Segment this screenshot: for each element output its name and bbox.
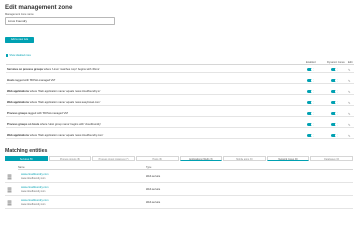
rule-dynamic-toggle[interactable] (331, 90, 338, 93)
entity-row: www.cloudfoundry.com www.cloudfoundry.com… (5, 184, 353, 196)
entities-table-header: Name Type (18, 165, 353, 170)
rule-enabled-toggle[interactable] (307, 123, 314, 126)
rules-table-header: Enabled Dynamic zones Edit (6, 60, 354, 65)
rule-row: Process groups on hosts where 'Host grou… (6, 121, 354, 128)
page-title: Edit management zone (5, 4, 73, 11)
add-rule-button[interactable]: Add a new rule (5, 37, 34, 43)
show-disabled-filter[interactable]: Show disabled rules (6, 54, 31, 57)
pencil-icon[interactable]: ✎ (348, 112, 351, 116)
entity-tab[interactable]: Databases (0) (310, 156, 353, 161)
entity-type: Web service (146, 188, 161, 191)
pencil-icon[interactable]: ✎ (348, 134, 351, 138)
filter-label: Show disabled rules (9, 54, 31, 57)
rule-condition-text: where 'Host group name' begins with 'clo… (39, 123, 102, 126)
pencil-icon[interactable]: ✎ (348, 68, 351, 72)
entity-tab[interactable]: Applications (Web) (3) (179, 156, 223, 161)
rule-dynamic-toggle[interactable] (331, 112, 338, 115)
rule-condition-text: where 'Linux' matches 'expr' begins with… (43, 68, 100, 71)
rule-row: Process groups tagged with 'BOSH-managed… (6, 110, 354, 117)
rule-condition: Process groups on hosts where 'Host grou… (7, 123, 101, 126)
entity-type: Web service (146, 201, 161, 204)
rule-row: Hosts tagged with 'BOSH-managed VM' ✎ (6, 77, 354, 84)
dynamic-header: Dynamic zones (327, 61, 345, 64)
name-header: Name (18, 166, 25, 169)
rule-entity-type: Services on process groups (7, 68, 43, 71)
rule-enabled-toggle[interactable] (307, 68, 314, 71)
rule-entity-type: Web applications (7, 134, 30, 137)
rule-enabled-toggle[interactable] (307, 79, 314, 82)
name-field-label: Management zone name (5, 13, 34, 16)
matching-entities-title: Matching entities (5, 148, 48, 154)
rule-condition: Web applications where 'Web application … (7, 134, 103, 137)
rule-condition: Web applications where 'Web application … (7, 90, 100, 93)
entity-tab[interactable]: Process groups (8) (48, 156, 92, 161)
rule-enabled-toggle[interactable] (307, 112, 314, 115)
entity-row: www.cloudfoundry.com www.cloudfoundry.com… (5, 171, 353, 183)
entity-detail: www.cloudfoundry.com (21, 190, 46, 193)
entity-detail: www.cloudfoundry.com (21, 203, 46, 206)
rule-condition-text: where 'Web application name' equals 'www… (29, 134, 104, 137)
rule-row: Web applications where 'Web application … (6, 132, 354, 139)
pencil-icon[interactable]: ✎ (348, 90, 351, 94)
service-icon (7, 187, 12, 193)
rule-row: Web applications where 'Web application … (6, 88, 354, 95)
enabled-header: Enabled (306, 61, 316, 64)
rule-condition-text: tagged with 'BOSH-managed VM' (14, 79, 56, 82)
service-icon (7, 174, 12, 180)
rule-entity-type: Web applications (7, 101, 30, 104)
entity-detail: www.cloudfoundry.com (21, 177, 46, 180)
rule-condition: Hosts tagged with 'BOSH-managed VM' (7, 79, 55, 82)
rule-condition-text: tagged with 'BOSH-managed VM' (27, 112, 69, 115)
rule-enabled-toggle[interactable] (307, 134, 314, 137)
entity-tabs: Services (5) Process groups (8) Process gr… (5, 156, 353, 161)
zone-name-input[interactable]: Linux Foundry (5, 17, 115, 25)
rule-condition: Web applications where 'Web application … (7, 101, 100, 104)
entity-tab[interactable]: Network zones (0) (266, 156, 310, 161)
entity-tab[interactable]: Process group instances (7) (92, 156, 135, 161)
entity-name-link[interactable]: www.cloudfoundry.com (21, 199, 48, 202)
rule-dynamic-toggle[interactable] (331, 79, 338, 82)
rule-entity-type: Process groups (7, 112, 28, 115)
entity-name-link[interactable]: www.cloudfoundry.com (21, 186, 48, 189)
rule-dynamic-toggle[interactable] (331, 68, 338, 71)
entity-tab[interactable]: Mobile apps (0) (223, 156, 266, 161)
pencil-icon[interactable]: ✎ (348, 101, 351, 105)
rule-condition-text: where 'Web application name' equals 'www… (29, 101, 101, 104)
edit-header: Edit (348, 61, 353, 64)
entity-tab[interactable]: Services (5) (5, 156, 48, 161)
service-icon (7, 200, 12, 206)
rule-row: Web applications where 'Web application … (6, 99, 354, 106)
rule-enabled-toggle[interactable] (307, 101, 314, 104)
pencil-icon[interactable]: ✎ (348, 79, 351, 83)
rule-condition: Process groups tagged with 'BOSH-managed… (7, 112, 68, 115)
rule-condition: Services on process groups where 'Linux'… (7, 68, 100, 71)
entity-type: Web service (146, 175, 161, 178)
rule-dynamic-toggle[interactable] (331, 101, 338, 104)
rule-enabled-toggle[interactable] (307, 90, 314, 93)
rule-entity-type: Process groups on hosts (7, 123, 40, 126)
entity-tab[interactable]: Hosts (6) (135, 156, 179, 161)
rule-dynamic-toggle[interactable] (331, 134, 338, 137)
entity-name-link[interactable]: www.cloudfoundry.com (21, 173, 48, 176)
rule-row: Services on process groups where 'Linux'… (6, 66, 354, 73)
rule-dynamic-toggle[interactable] (331, 123, 338, 126)
pencil-icon[interactable]: ✎ (348, 123, 351, 127)
entity-row: www.cloudfoundry.com www.cloudfoundry.com… (5, 197, 353, 209)
rule-condition-text: where 'Web application name' equals 'www… (29, 90, 101, 93)
rule-entity-type: Web applications (7, 90, 30, 93)
type-header: Type (146, 166, 152, 169)
